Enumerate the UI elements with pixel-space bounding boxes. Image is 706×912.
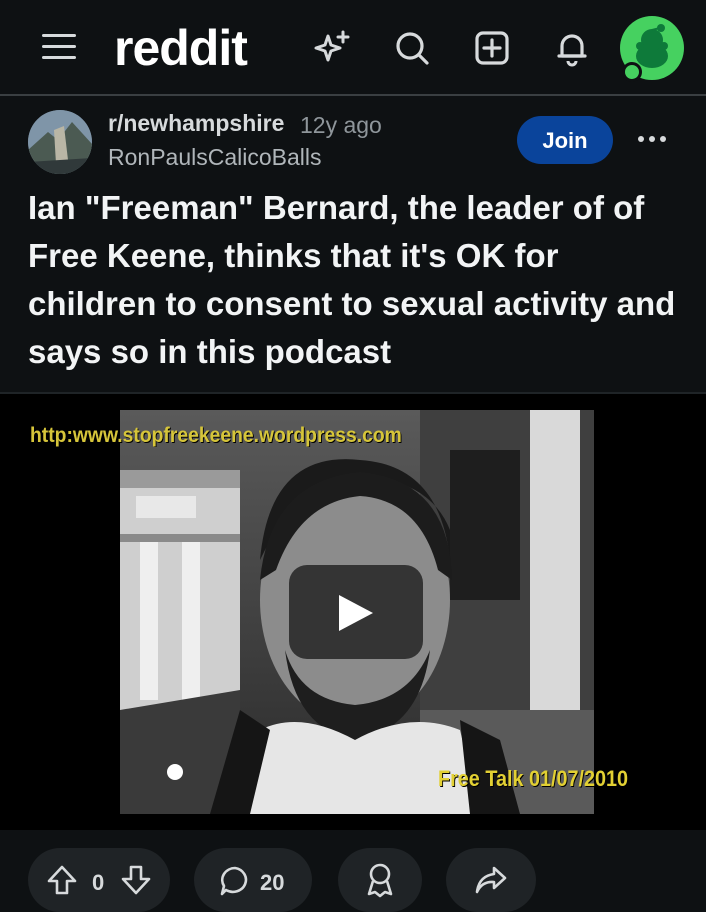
- comment-icon: [220, 866, 248, 896]
- play-icon: [339, 595, 373, 631]
- upvote-icon[interactable]: [46, 864, 78, 896]
- share-icon: [475, 866, 507, 894]
- subreddit-avatar[interactable]: [28, 110, 92, 174]
- play-button[interactable]: [289, 565, 423, 659]
- video-overlay-url: http:www.stopfreekeene.wordpress.com: [30, 424, 402, 447]
- video-overlay-caption: Free Talk 01/07/2010: [438, 766, 629, 791]
- more-options-icon[interactable]: [634, 124, 670, 154]
- post-age: 12y ago: [300, 112, 382, 138]
- award-button[interactable]: [338, 848, 422, 912]
- comments-button[interactable]: [194, 848, 312, 912]
- award-icon: [367, 863, 393, 898]
- post-title[interactable]: Ian "Freeman" Bernard, the leader of of …: [28, 184, 678, 376]
- online-status-dot: [622, 62, 642, 82]
- reddit-logo[interactable]: reddit: [114, 20, 248, 76]
- vote-count: 0: [92, 870, 105, 895]
- post-author[interactable]: RonPaulsCalicoBalls: [108, 144, 322, 171]
- menu-icon[interactable]: [42, 34, 76, 62]
- search-icon[interactable]: [392, 28, 432, 68]
- downvote-icon[interactable]: [120, 864, 152, 896]
- create-post-icon[interactable]: [472, 28, 512, 68]
- video-embed[interactable]: http:www.stopfreekeene.wordpress.com Fre…: [0, 394, 706, 830]
- comment-count: 20: [260, 870, 285, 895]
- share-button[interactable]: [446, 848, 536, 912]
- top-bar: reddit: [0, 0, 706, 96]
- action-bar: 0 20: [0, 830, 706, 912]
- subreddit-name[interactable]: r/newhampshire: [108, 110, 284, 137]
- notifications-icon[interactable]: [552, 28, 592, 68]
- join-button[interactable]: Join: [517, 116, 613, 164]
- sparkle-icon[interactable]: [312, 28, 352, 68]
